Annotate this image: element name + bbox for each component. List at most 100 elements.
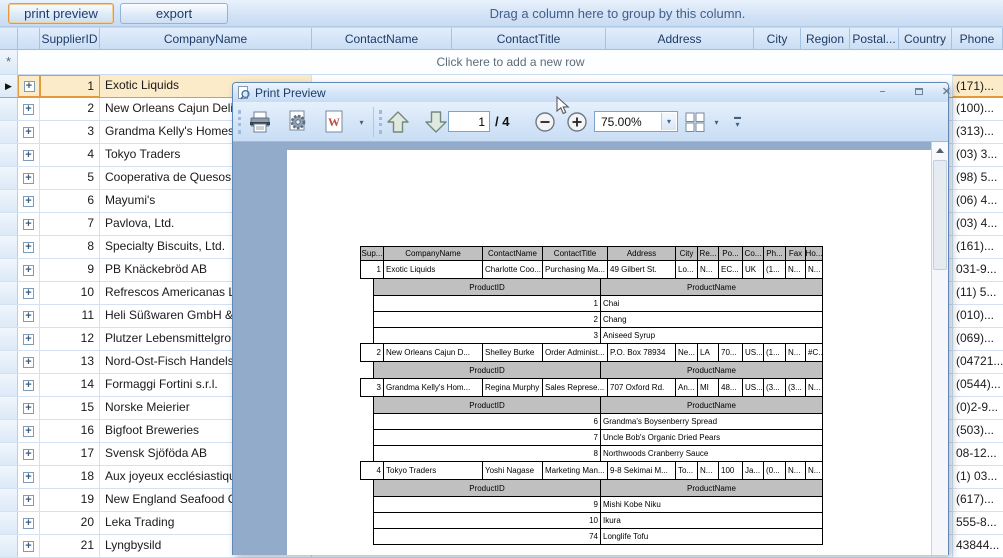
row-expander[interactable]: + xyxy=(18,282,40,304)
phone-cell[interactable]: 43844... xyxy=(952,535,1003,557)
row-expander[interactable]: + xyxy=(18,397,40,419)
print-button[interactable] xyxy=(245,107,275,137)
zoom-in-button[interactable] xyxy=(563,107,591,137)
supplier-id-cell[interactable]: 18 xyxy=(40,466,100,488)
column-header-supplierid[interactable]: SupplierID xyxy=(40,28,100,50)
phone-cell[interactable]: (0544)... xyxy=(952,374,1003,396)
row-expander[interactable]: + xyxy=(18,144,40,166)
expand-plus-icon[interactable]: + xyxy=(23,494,34,506)
phone-cell[interactable]: (04721... xyxy=(952,351,1003,373)
preview-vertical-scrollbar[interactable] xyxy=(931,142,948,555)
phone-cell[interactable]: (100)... xyxy=(952,98,1003,120)
phone-cell[interactable]: (0)2-9... xyxy=(952,397,1003,419)
supplier-id-cell[interactable]: 2 xyxy=(40,98,100,120)
supplier-id-cell[interactable]: 13 xyxy=(40,351,100,373)
expand-plus-icon[interactable]: + xyxy=(23,80,35,92)
expand-plus-icon[interactable]: + xyxy=(23,149,34,161)
supplier-id-cell[interactable]: 4 xyxy=(40,144,100,166)
row-expander[interactable]: + xyxy=(18,236,40,258)
column-header-postal[interactable]: Postal... xyxy=(850,28,899,50)
supplier-id-cell[interactable]: 5 xyxy=(40,167,100,189)
row-expander[interactable]: + xyxy=(18,259,40,281)
expand-plus-icon[interactable]: + xyxy=(23,241,34,253)
column-header-country[interactable]: Country xyxy=(899,28,952,50)
column-header-address[interactable]: Address xyxy=(606,28,754,50)
phone-cell[interactable]: (617)... xyxy=(952,489,1003,511)
toolbar-grip[interactable] xyxy=(379,110,382,134)
export-button[interactable]: export xyxy=(120,3,228,24)
supplier-id-cell[interactable]: 17 xyxy=(40,443,100,465)
row-expander[interactable]: + xyxy=(18,98,40,120)
row-expander[interactable]: + xyxy=(18,190,40,212)
export-options-dropdown[interactable]: ▾ xyxy=(355,110,368,134)
supplier-id-cell[interactable]: 19 xyxy=(40,489,100,511)
expand-plus-icon[interactable]: + xyxy=(23,287,34,299)
phone-cell[interactable]: 555-8... xyxy=(952,512,1003,534)
supplier-id-cell[interactable]: 3 xyxy=(40,121,100,143)
supplier-id-cell[interactable]: 7 xyxy=(40,213,100,235)
row-expander[interactable]: + xyxy=(18,466,40,488)
expand-plus-icon[interactable]: + xyxy=(23,517,34,529)
supplier-id-cell[interactable]: 8 xyxy=(40,236,100,258)
row-expander[interactable]: + xyxy=(18,305,40,327)
expand-plus-icon[interactable]: + xyxy=(23,126,34,138)
expand-plus-icon[interactable]: + xyxy=(23,402,34,414)
row-expander[interactable]: + xyxy=(18,420,40,442)
row-expander[interactable]: + xyxy=(18,328,40,350)
phone-cell[interactable]: 08-12... xyxy=(952,443,1003,465)
row-expander[interactable]: + xyxy=(18,443,40,465)
minimize-button[interactable]: – xyxy=(875,85,890,99)
row-expander[interactable]: + xyxy=(18,535,40,557)
toolbar-overflow-button[interactable]: ▬ ▾ xyxy=(731,104,744,140)
phone-cell[interactable]: (171)... xyxy=(952,75,1003,97)
add-new-row[interactable]: * Click here to add a new row xyxy=(0,50,1003,75)
expand-plus-icon[interactable]: + xyxy=(23,471,34,483)
row-expander[interactable]: + xyxy=(18,121,40,143)
close-button[interactable]: ✕ xyxy=(939,85,954,99)
export-word-button[interactable]: W xyxy=(319,107,349,137)
row-expander[interactable]: + xyxy=(18,351,40,373)
phone-cell[interactable]: (010)... xyxy=(952,305,1003,327)
next-page-button[interactable] xyxy=(421,107,451,137)
toolbar-grip[interactable] xyxy=(238,110,241,134)
supplier-id-cell[interactable]: 6 xyxy=(40,190,100,212)
phone-cell[interactable]: (1) 03... xyxy=(952,466,1003,488)
scrollbar-thumb[interactable] xyxy=(933,160,947,270)
print-preview-button[interactable]: print preview xyxy=(8,3,114,24)
phone-cell[interactable]: (11) 5... xyxy=(952,282,1003,304)
expand-plus-icon[interactable]: + xyxy=(23,103,34,115)
expand-plus-icon[interactable]: + xyxy=(23,172,34,184)
phone-cell[interactable]: (03) 4... xyxy=(952,213,1003,235)
supplier-id-cell[interactable]: 15 xyxy=(40,397,100,419)
column-header-contactname[interactable]: ContactName xyxy=(312,28,452,50)
phone-cell[interactable]: (03) 3... xyxy=(952,144,1003,166)
page-number-input[interactable] xyxy=(448,111,490,132)
column-header-phone[interactable]: Phone xyxy=(952,28,1003,50)
column-header-companyname[interactable]: CompanyName xyxy=(100,28,312,50)
previous-page-button[interactable] xyxy=(383,107,413,137)
row-expander[interactable]: + xyxy=(18,75,40,97)
phone-cell[interactable]: (06) 4... xyxy=(952,190,1003,212)
row-expander[interactable]: + xyxy=(18,489,40,511)
expand-plus-icon[interactable]: + xyxy=(23,264,34,276)
expand-plus-icon[interactable]: + xyxy=(23,425,34,437)
supplier-id-cell[interactable]: 14 xyxy=(40,374,100,396)
expand-plus-icon[interactable]: + xyxy=(23,218,34,230)
supplier-id-cell[interactable]: 12 xyxy=(40,328,100,350)
expand-plus-icon[interactable]: + xyxy=(23,379,34,391)
expand-plus-icon[interactable]: + xyxy=(23,356,34,368)
supplier-id-cell[interactable]: 21 xyxy=(40,535,100,557)
page-setup-button[interactable] xyxy=(283,107,313,137)
zoom-out-button[interactable] xyxy=(531,107,559,137)
supplier-id-cell[interactable]: 9 xyxy=(40,259,100,281)
expand-plus-icon[interactable]: + xyxy=(23,195,34,207)
phone-cell[interactable]: 031-9... xyxy=(952,259,1003,281)
zoom-dropdown-arrow-icon[interactable]: ▾ xyxy=(661,113,676,130)
row-expander[interactable]: + xyxy=(18,167,40,189)
column-header-city[interactable]: City xyxy=(754,28,801,50)
row-expander[interactable]: + xyxy=(18,213,40,235)
supplier-id-cell[interactable]: 10 xyxy=(40,282,100,304)
supplier-id-cell[interactable]: 20 xyxy=(40,512,100,534)
column-header-region[interactable]: Region xyxy=(801,28,850,50)
phone-cell[interactable]: (161)... xyxy=(952,236,1003,258)
